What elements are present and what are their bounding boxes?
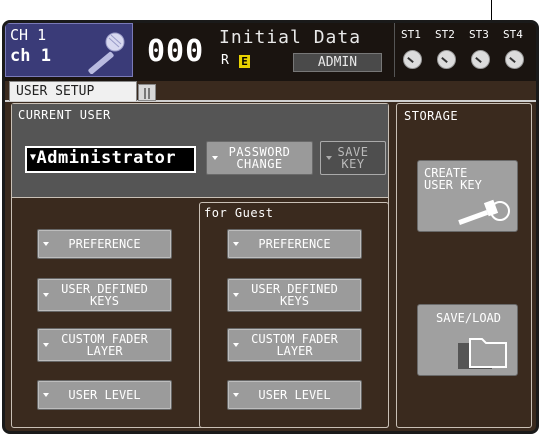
- tab-secondary[interactable]: [138, 84, 156, 101]
- create-user-key-button[interactable]: CREATE USER KEY: [417, 160, 518, 232]
- st4-label: ST4: [503, 28, 523, 41]
- user-defined-keys-button[interactable]: USER DEFINED KEYS: [37, 278, 172, 312]
- st3-label: ST3: [469, 28, 489, 41]
- storage-panel: STORAGE: [396, 103, 532, 428]
- guest-custom-fader-layer-button[interactable]: CUSTOM FADER LAYER: [227, 328, 362, 362]
- st3-knob-icon[interactable]: [471, 50, 490, 69]
- guest-label: for Guest: [204, 206, 274, 220]
- console-screen: CH 1 ch 1 000 Initial Data R E ADMIN ST1…: [2, 20, 539, 434]
- st1-knob-icon[interactable]: [403, 50, 422, 69]
- save-load-button[interactable]: SAVE/LOAD: [417, 304, 518, 376]
- tab-user-setup[interactable]: USER SETUP: [9, 81, 137, 101]
- storage-label: STORAGE: [404, 109, 459, 123]
- st2-label: ST2: [435, 28, 455, 41]
- microphone-icon: [88, 32, 125, 74]
- stereo-meters: ST1 ST2 ST3 ST4: [394, 23, 536, 77]
- st2-knob-icon[interactable]: [437, 50, 456, 69]
- scene-number[interactable]: 000: [147, 34, 204, 69]
- channel-name: ch 1: [10, 46, 51, 66]
- current-user-panel: CURRENT USER ▼Administrator PASSWORD CHA…: [12, 104, 388, 198]
- custom-fader-layer-button[interactable]: CUSTOM FADER LAYER: [37, 328, 172, 362]
- user-select-dropdown[interactable]: ▼Administrator: [25, 146, 196, 173]
- guest-user-level-button[interactable]: USER LEVEL: [227, 380, 362, 410]
- scene-flag-e: E: [239, 55, 250, 68]
- user-level-button[interactable]: USER LEVEL: [37, 380, 172, 410]
- header-bar: CH 1 ch 1 000 Initial Data R E ADMIN ST1…: [5, 23, 536, 81]
- channel-selector[interactable]: CH 1 ch 1: [5, 23, 133, 77]
- scene-flag-r: R: [221, 53, 229, 68]
- st1-label: ST1: [401, 28, 421, 41]
- folder-icon: [458, 338, 507, 369]
- st4-knob-icon[interactable]: [505, 50, 524, 69]
- current-user-label: CURRENT USER: [18, 108, 111, 122]
- key-icon: [458, 199, 510, 225]
- user-badge: ADMIN: [293, 53, 382, 72]
- guest-preference-button[interactable]: PREFERENCE: [227, 229, 362, 259]
- password-change-button[interactable]: PASSWORD CHANGE: [206, 141, 313, 175]
- channel-id: CH 1: [10, 26, 47, 44]
- guest-user-defined-keys-button[interactable]: USER DEFINED KEYS: [227, 278, 362, 312]
- scene-title: Initial Data: [219, 27, 362, 48]
- save-key-button[interactable]: SAVE KEY: [320, 141, 386, 175]
- user-select-value: Administrator: [36, 148, 177, 168]
- preference-button[interactable]: PREFERENCE: [37, 229, 172, 259]
